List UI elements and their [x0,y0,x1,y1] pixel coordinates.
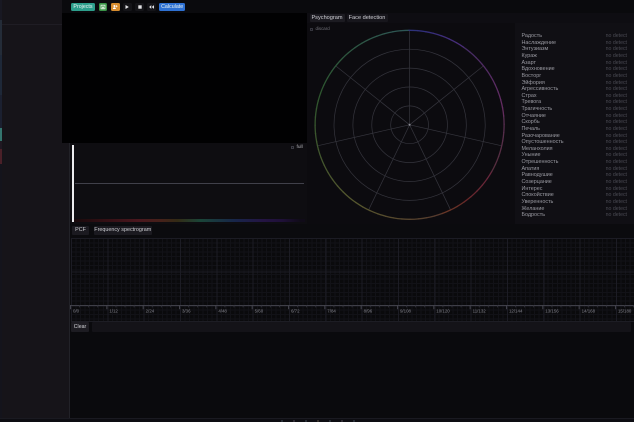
svg-text:14/168: 14/168 [582,308,596,313]
svg-text:6/72: 6/72 [291,308,300,313]
svg-text:4/48: 4/48 [218,308,227,313]
svg-text:12/144: 12/144 [509,308,523,313]
svg-text:5/60: 5/60 [255,308,264,313]
svg-text:8/96: 8/96 [364,308,373,313]
svg-text:13/156: 13/156 [545,308,559,313]
svg-text:7/84: 7/84 [327,308,336,313]
svg-text:11/132: 11/132 [473,308,487,313]
svg-text:0/0: 0/0 [73,308,80,313]
svg-text:9/108: 9/108 [400,308,412,313]
svg-text:15/180: 15/180 [618,308,632,313]
svg-text:2/24: 2/24 [146,308,155,313]
svg-text:1/12: 1/12 [109,308,118,313]
svg-text:3/36: 3/36 [182,308,191,313]
svg-text:10/120: 10/120 [436,308,450,313]
